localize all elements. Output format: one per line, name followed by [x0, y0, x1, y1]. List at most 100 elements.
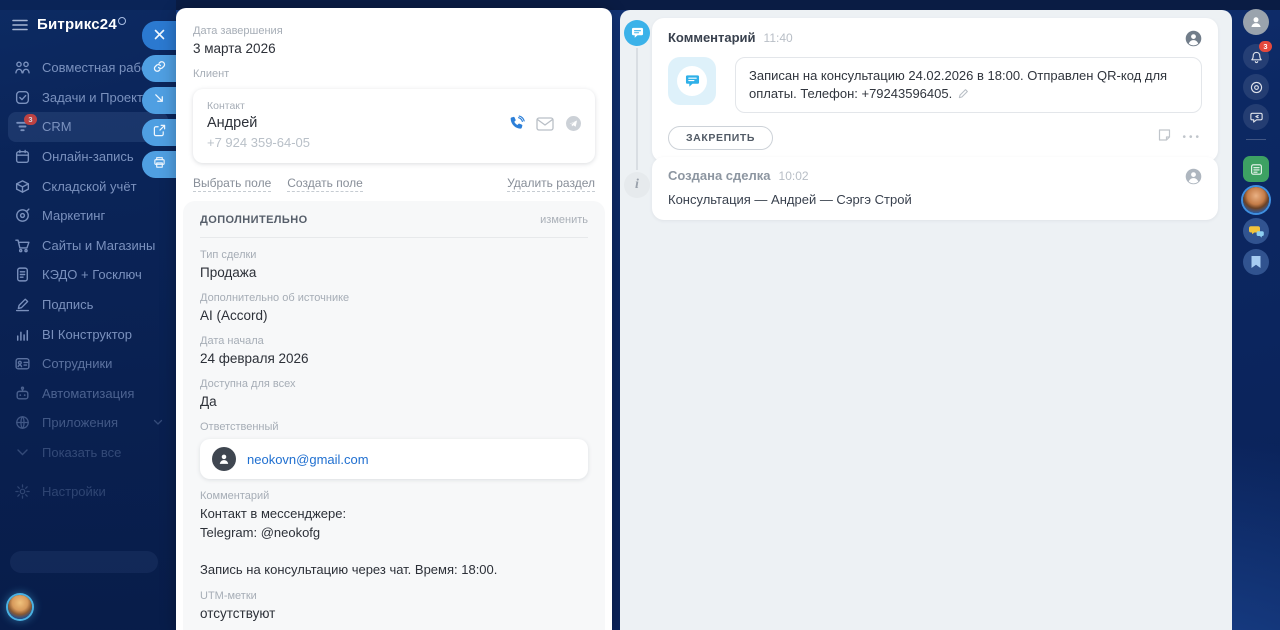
chat-forward-icon[interactable] — [1243, 104, 1269, 130]
delete-section-link[interactable]: Удалить раздел — [507, 176, 595, 192]
cart-icon — [14, 237, 31, 254]
sidebar-item-settings[interactable]: Настройки — [8, 476, 168, 506]
news-feed-icon[interactable] — [1243, 156, 1269, 182]
timeline-created-card: Создана сделка 10:02 Консультация — Андр… — [652, 157, 1218, 220]
signature-pen-icon — [14, 296, 31, 313]
current-user-avatar[interactable] — [8, 595, 32, 619]
sidebar-item-marketing[interactable]: Маркетинг — [8, 201, 168, 231]
start-date-value[interactable]: 24 февраля 2026 — [200, 350, 588, 367]
chevron-down-icon — [14, 448, 31, 457]
timeline-connector — [636, 48, 638, 170]
box-icon — [14, 178, 31, 195]
sidebar-item-bi-builder[interactable]: BI Конструктор — [8, 319, 168, 349]
robot-icon — [14, 385, 31, 402]
pin-button[interactable]: ЗАКРЕПИТЬ — [668, 126, 774, 150]
link-icon — [153, 60, 166, 78]
created-deal-time: 10:02 — [778, 169, 809, 183]
menu-hamburger-icon[interactable] — [12, 19, 28, 31]
sidebar-item-kedo[interactable]: КЭДО + Госключ — [8, 260, 168, 290]
notifications-badge: 3 — [1259, 41, 1272, 52]
contact-type-label: Контакт — [207, 100, 245, 112]
additional-section-title: ДОПОЛНИТЕЛЬНО — [200, 214, 308, 226]
contact-phone[interactable]: +7 924 359-64-05 — [207, 135, 581, 150]
messenger-chats-icon[interactable] — [1243, 218, 1269, 244]
notifications-bell-icon[interactable]: 3 — [1243, 41, 1272, 70]
chevron-down-icon — [153, 419, 163, 426]
responsible-user-link[interactable]: neokovn@gmail.com — [247, 452, 369, 467]
email-icon[interactable] — [536, 116, 554, 136]
invite-button[interactable] — [10, 551, 158, 573]
available-for-all-label: Доступна для всех — [200, 378, 296, 390]
gear-icon — [14, 483, 31, 500]
more-actions-icon[interactable]: ••• — [1182, 133, 1202, 143]
comment-marker-icon — [624, 20, 650, 46]
edit-pencil-icon[interactable] — [958, 88, 969, 99]
completion-date-value[interactable]: 3 марта 2026 — [193, 40, 595, 57]
messenger-icon[interactable] — [565, 115, 582, 137]
open-in-new-icon — [153, 124, 166, 142]
bookmark-icon[interactable] — [1243, 249, 1269, 275]
sidebar-item-automation[interactable]: Автоматизация — [8, 379, 168, 409]
sidebar-item-sign[interactable]: Подпись — [8, 290, 168, 320]
copy-link-button[interactable] — [142, 55, 176, 82]
comment-field-label: Комментарий — [200, 490, 270, 502]
completion-date-label: Дата завершения — [193, 25, 283, 37]
start-date-label: Дата начала — [200, 335, 264, 347]
created-deal-title: Создана сделка — [668, 168, 771, 183]
note-icon[interactable] — [1157, 128, 1172, 148]
minimize-panel-button[interactable] — [142, 87, 176, 114]
created-author-icon[interactable] — [1185, 168, 1202, 185]
sidebar-item-sites-stores[interactable]: Сайты и Магазины — [8, 231, 168, 261]
bar-chart-icon — [14, 326, 31, 343]
deal-type-value[interactable]: Продажа — [200, 264, 588, 281]
utm-label: UTM-метки — [200, 590, 257, 602]
source-info-label: Дополнительно об источнике — [200, 292, 350, 304]
user-photo-avatar[interactable] — [1243, 187, 1269, 213]
comment-author-icon[interactable] — [1185, 30, 1202, 47]
call-icon[interactable] — [508, 115, 525, 137]
comment-field-value[interactable]: Контакт в мессенджере: Telegram: @neokof… — [200, 505, 588, 579]
printer-icon — [153, 156, 166, 174]
available-for-all-value[interactable]: Да — [200, 393, 588, 410]
apps-globe-icon — [14, 414, 31, 431]
open-in-new-button[interactable] — [142, 119, 176, 146]
profile-avatar-icon[interactable] — [1243, 9, 1269, 35]
close-panel-button[interactable] — [142, 21, 176, 50]
sidebar-item-apps[interactable]: Приложения — [8, 408, 168, 438]
rail-divider — [1246, 139, 1266, 140]
additional-section: ДОПОЛНИТЕЛЬНО изменить Тип сделки Продаж… — [183, 201, 605, 630]
comment-type-icon — [668, 57, 716, 105]
support-spiral-icon[interactable] — [1243, 74, 1269, 100]
info-marker-icon: i — [624, 172, 650, 198]
tasks-icon — [14, 89, 31, 106]
right-rail: 3 — [1232, 0, 1280, 630]
created-deal-text[interactable]: Консультация — Андрей — Сэргэ Строй — [668, 192, 1202, 207]
additional-edit-link[interactable]: изменить — [540, 214, 588, 226]
responsible-avatar — [212, 447, 236, 471]
slider-actions — [142, 21, 176, 183]
crm-counter-badge: 3 — [24, 114, 37, 126]
comment-text-box[interactable]: Записан на консультацию 24.02.2026 в 18:… — [735, 57, 1202, 113]
target-icon — [14, 207, 31, 224]
client-label: Клиент — [193, 68, 230, 80]
brand-logo[interactable]: Битрикс24 — [37, 16, 126, 33]
sidebar-item-employees[interactable]: Сотрудники — [8, 349, 168, 379]
brand-mark-icon — [117, 17, 126, 25]
document-icon — [14, 266, 31, 283]
calendar-icon — [14, 148, 31, 165]
bitrix24-crm-deal-screen: Битрикс24 Совместная работа Задачи и Про… — [0, 0, 1280, 630]
choose-field-link[interactable]: Выбрать поле — [193, 176, 272, 192]
responsible-card[interactable]: neokovn@gmail.com — [200, 439, 588, 479]
comment-title: Комментарий — [668, 30, 756, 45]
deal-type-label: Тип сделки — [200, 249, 257, 261]
sidebar-item-show-all[interactable]: Показать все — [8, 438, 168, 468]
id-card-icon — [14, 355, 31, 372]
crm-funnel-icon: 3 — [14, 114, 37, 135]
print-button[interactable] — [142, 151, 176, 178]
comment-time: 11:40 — [763, 31, 793, 45]
timeline-panel: i Комментарий 11:40 Записан на консульта… — [620, 10, 1232, 630]
utm-value: отсутствуют — [200, 606, 276, 621]
source-info-value[interactable]: AI (Accord) — [200, 307, 588, 324]
contact-card[interactable]: Контакт Андрей +7 924 359-64-05 — [193, 89, 595, 163]
create-field-link[interactable]: Создать поле — [287, 176, 363, 192]
